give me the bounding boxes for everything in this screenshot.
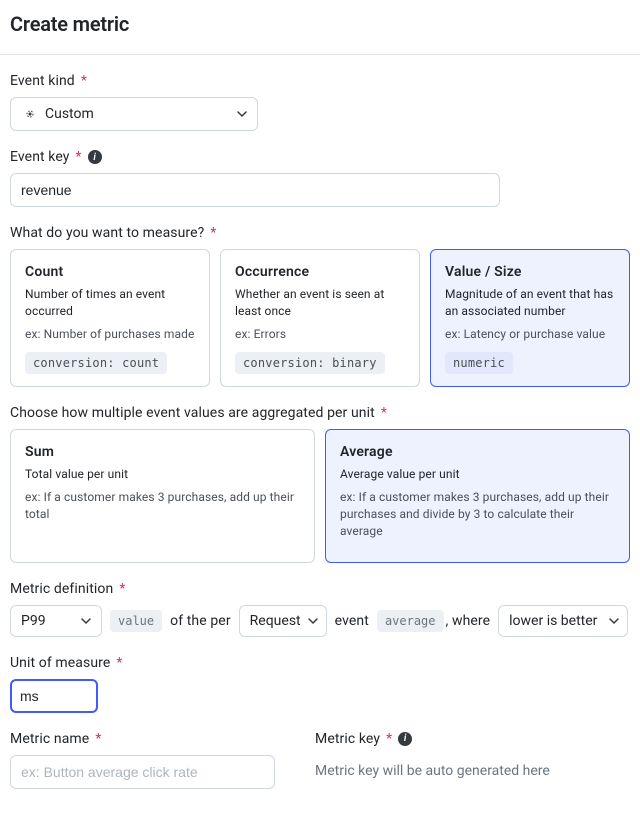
label-text: Event kind xyxy=(10,73,75,89)
definition-text-where: , where xyxy=(446,613,491,629)
aggregation-options: Sum Total value per unit ex: If a custom… xyxy=(10,429,630,562)
definition-unit-wrap: Request xyxy=(239,605,327,637)
card-example: ex: Latency or purchase value xyxy=(445,326,615,343)
unit-of-measure-section: Unit of measure * xyxy=(10,655,630,713)
measure-section: What do you want to measure? * Count Num… xyxy=(10,225,630,387)
card-title: Value / Size xyxy=(445,264,615,280)
required-marker: * xyxy=(81,73,87,89)
card-title: Sum xyxy=(25,444,300,460)
direction-value: lower is better xyxy=(509,613,597,629)
definition-stat-select[interactable]: P99 xyxy=(10,605,102,637)
info-icon[interactable]: i xyxy=(88,150,102,164)
event-key-label: Event key * i xyxy=(10,149,630,165)
metric-name-col: Metric name * xyxy=(10,731,275,789)
card-desc: Number of times an event occurred xyxy=(25,286,195,320)
card-title: Count xyxy=(25,264,195,280)
label-text: What do you want to measure? xyxy=(10,225,204,241)
definition-text-of-the-per: of the per xyxy=(170,613,231,629)
event-kind-label: Event kind * xyxy=(10,73,630,89)
definition-unit-select[interactable]: Request xyxy=(239,605,327,637)
measure-option-occurrence[interactable]: Occurrence Whether an event is seen at l… xyxy=(220,249,420,387)
measure-option-value-size[interactable]: Value / Size Magnitude of an event that … xyxy=(430,249,630,387)
event-kind-value: Custom xyxy=(45,106,94,122)
definition-row: P99 value of the per Request event avera… xyxy=(10,605,630,637)
card-example: ex: If a customer makes 3 purchases, add… xyxy=(340,489,615,539)
definition-average-tag: average xyxy=(377,610,444,632)
event-key-section: Event key * i xyxy=(10,149,630,207)
info-icon[interactable]: i xyxy=(398,732,412,746)
measure-option-count[interactable]: Count Number of times an event occurred … xyxy=(10,249,210,387)
header-divider xyxy=(0,54,640,55)
name-key-row: Metric name * Metric key * i Metric key … xyxy=(10,731,630,789)
event-kind-section: Event kind * Custom xyxy=(10,73,630,131)
label-text: Metric key xyxy=(315,731,380,747)
card-desc: Total value per unit xyxy=(25,466,300,483)
measure-options: Count Number of times an event occurred … xyxy=(10,249,630,387)
card-example: ex: If a customer makes 3 purchases, add… xyxy=(25,489,300,523)
required-marker: * xyxy=(210,225,216,241)
definition-direction-wrap: lower is better xyxy=(498,605,628,637)
label-text: Metric definition xyxy=(10,581,113,597)
event-kind-select[interactable]: Custom xyxy=(10,97,258,131)
metric-key-label: Metric key * i xyxy=(315,731,630,747)
aggregation-label: Choose how multiple event values are agg… xyxy=(10,405,630,421)
card-desc: Average value per unit xyxy=(340,466,615,483)
definition-text-event: event xyxy=(335,613,369,629)
event-key-input[interactable] xyxy=(10,173,500,207)
target-icon xyxy=(23,107,37,121)
stat-value: P99 xyxy=(21,613,46,629)
metric-name-label: Metric name * xyxy=(10,731,275,747)
unit-value: Request xyxy=(250,613,301,629)
required-marker: * xyxy=(76,149,82,165)
metric-key-col: Metric key * i Metric key will be auto g… xyxy=(315,731,630,789)
card-desc: Whether an event is seen at least once xyxy=(235,286,405,320)
definition-label: Metric definition * xyxy=(10,581,630,597)
aggregation-section: Choose how multiple event values are agg… xyxy=(10,405,630,562)
definition-stat-wrap: P99 xyxy=(10,605,102,637)
label-text: Event key xyxy=(10,149,70,165)
aggregation-option-sum[interactable]: Sum Total value per unit ex: If a custom… xyxy=(10,429,315,562)
card-title: Average xyxy=(340,444,615,460)
definition-value-tag: value xyxy=(110,610,162,632)
required-marker: * xyxy=(119,581,125,597)
page-title: Create metric xyxy=(10,12,630,54)
card-title: Occurrence xyxy=(235,264,405,280)
metric-key-generated-text: Metric key will be auto generated here xyxy=(315,755,630,779)
measure-label: What do you want to measure? * xyxy=(10,225,630,241)
event-kind-select-wrap: Custom xyxy=(10,97,258,131)
card-example: ex: Number of purchases made xyxy=(25,326,195,343)
card-desc: Magnitude of an event that has an associ… xyxy=(445,286,615,320)
definition-section: Metric definition * P99 value of the per… xyxy=(10,581,630,637)
card-tag: numeric xyxy=(445,352,513,374)
label-text: Metric name xyxy=(10,731,89,747)
required-marker: * xyxy=(386,731,392,747)
aggregation-option-average[interactable]: Average Average value per unit ex: If a … xyxy=(325,429,630,562)
required-marker: * xyxy=(95,731,101,747)
unit-of-measure-input[interactable] xyxy=(10,679,98,713)
definition-direction-select[interactable]: lower is better xyxy=(498,605,628,637)
label-text: Unit of measure xyxy=(10,655,110,671)
label-text: Choose how multiple event values are agg… xyxy=(10,405,375,421)
card-tag: conversion: count xyxy=(25,352,167,374)
card-example: ex: Errors xyxy=(235,326,405,343)
unit-of-measure-label: Unit of measure * xyxy=(10,655,630,671)
required-marker: * xyxy=(116,655,122,671)
card-tag: conversion: binary xyxy=(235,352,385,374)
metric-name-input[interactable] xyxy=(10,755,275,789)
required-marker: * xyxy=(381,405,387,421)
